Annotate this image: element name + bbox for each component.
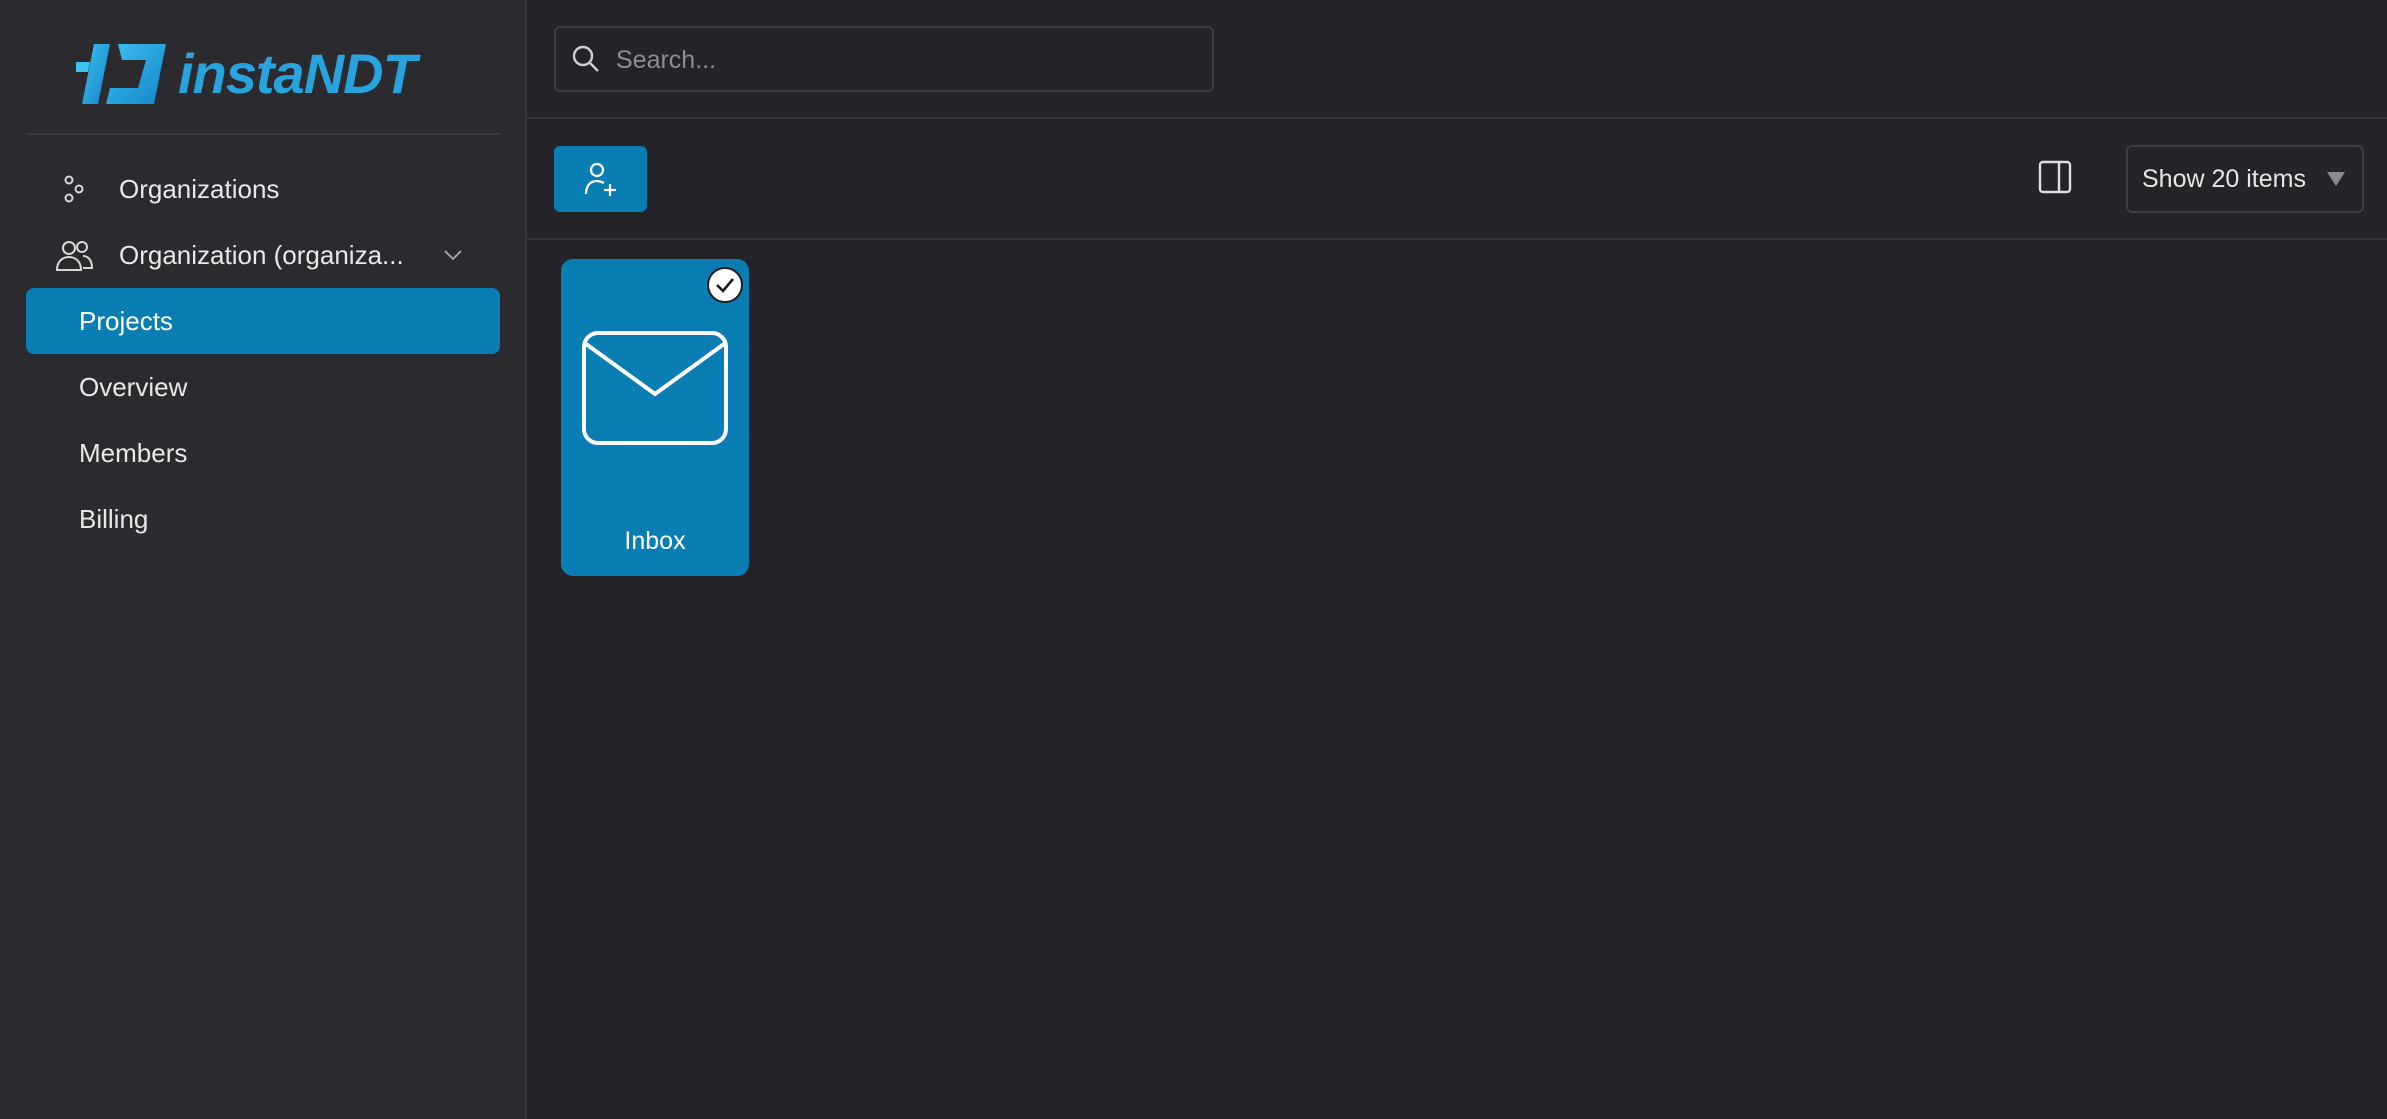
checkmark-circle-icon[interactable] [706, 266, 744, 304]
panel-toggle-button[interactable] [2035, 157, 2075, 197]
sidebar-item-label: Organization (organiza... [119, 239, 404, 270]
envelope-icon [582, 331, 728, 445]
sidebar-item-overview[interactable]: Overview [26, 354, 500, 420]
sidebar-item-members[interactable]: Members [26, 420, 500, 486]
sidebar-item-organization[interactable]: Organization (organiza... [26, 222, 500, 288]
caret-down-icon [2327, 172, 2345, 186]
chevron-down-icon[interactable] [442, 244, 464, 266]
project-grid: Inbox [527, 240, 2387, 1119]
sidebar-item-label: Organizations [119, 173, 280, 204]
sidebar-item-label: Members [79, 437, 188, 468]
app-root: instaNDT Organizations Organization (org… [0, 0, 2387, 1119]
search-box[interactable] [554, 26, 1214, 92]
search-input[interactable] [614, 28, 1208, 92]
sidebar-item-label: Billing [79, 503, 149, 534]
panel-right-icon [2038, 160, 2072, 194]
organizations-icon [54, 169, 94, 209]
logo-mark-icon [76, 44, 166, 104]
show-items-label: Show 20 items [2142, 164, 2306, 193]
project-card-label: Inbox [624, 527, 686, 555]
sidebar-item-projects[interactable]: Projects [26, 288, 500, 354]
toolbar: Show 20 items [527, 119, 2387, 240]
project-card-inbox[interactable]: Inbox [561, 259, 749, 576]
sidebar-divider [26, 133, 500, 135]
brand-name: instaNDT [178, 42, 417, 105]
show-items-select[interactable]: Show 20 items [2126, 145, 2364, 213]
sidebar-item-organizations[interactable]: Organizations [26, 156, 500, 222]
brand-logo[interactable]: instaNDT [76, 38, 446, 110]
sidebar-item-billing[interactable]: Billing [26, 486, 500, 552]
users-icon [54, 235, 94, 275]
topbar [527, 0, 2387, 119]
user-plus-icon [584, 162, 616, 196]
search-icon [572, 45, 599, 72]
sidebar-item-label: Projects [79, 305, 173, 336]
sidebar: instaNDT Organizations Organization (org… [0, 0, 527, 1119]
sidebar-item-label: Overview [79, 371, 188, 402]
add-user-button[interactable] [554, 146, 647, 212]
